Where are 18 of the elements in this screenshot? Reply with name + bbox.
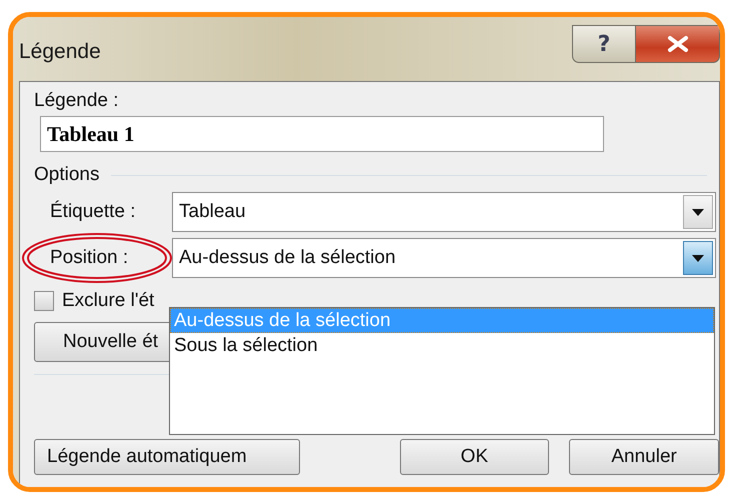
caret-icon <box>692 208 704 216</box>
caption-label: Légende : <box>34 90 120 112</box>
caret-icon <box>692 254 704 262</box>
section-heading: Options <box>34 164 100 186</box>
field-label: Position : <box>49 247 130 269</box>
checkbox[interactable] <box>34 291 54 311</box>
caption-field[interactable]: Tableau 1 <box>40 116 604 152</box>
label-dropdown[interactable]: Tableau <box>172 192 716 232</box>
close-icon <box>666 35 688 53</box>
position-dropdown[interactable]: Au-dessus de la sélection <box>172 238 716 278</box>
close-button[interactable] <box>636 25 720 63</box>
checkbox-label: Exclure l'ét <box>62 290 154 312</box>
window-title: Légende <box>19 39 102 64</box>
dialog-button[interactable]: Légende automatiquem <box>34 439 300 475</box>
help-button[interactable]: ? <box>572 25 636 63</box>
field-label: Étiquette : <box>49 201 137 223</box>
dialog-button[interactable]: Annuler <box>569 439 719 475</box>
dialog-button[interactable]: OK <box>400 439 550 475</box>
